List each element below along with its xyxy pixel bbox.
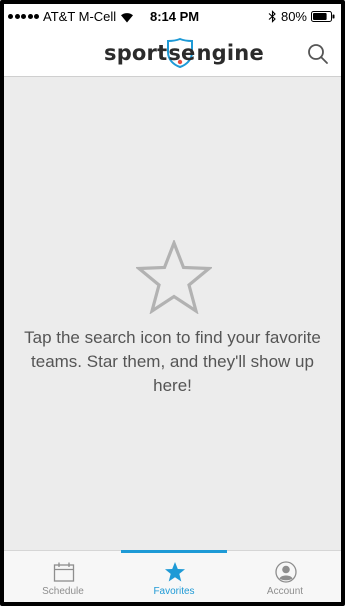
account-icon bbox=[275, 561, 297, 583]
calendar-icon bbox=[53, 562, 75, 582]
tab-favorites[interactable]: Favorites bbox=[121, 550, 227, 602]
status-time: 8:14 PM bbox=[150, 9, 200, 24]
logo-text-mark: se bbox=[168, 41, 196, 65]
search-icon[interactable] bbox=[305, 41, 331, 67]
empty-state-message: Tap the search icon to find your favorit… bbox=[24, 328, 321, 395]
logo-text-right: ngine bbox=[196, 41, 264, 65]
sportsengine-logo: sport se ngine bbox=[104, 37, 264, 69]
tab-account[interactable]: Account bbox=[232, 551, 338, 602]
status-bar: AT&T M-Cell 8:14 PM 80% bbox=[4, 4, 341, 32]
battery-icon bbox=[311, 11, 335, 22]
battery-percent: 80% bbox=[280, 9, 307, 24]
status-right: 80% bbox=[268, 9, 335, 24]
tab-favorites-label: Favorites bbox=[153, 586, 195, 597]
app-header: sport se ngine bbox=[4, 32, 341, 77]
star-icon bbox=[165, 562, 185, 582]
tab-schedule-label: Schedule bbox=[42, 586, 84, 597]
tab-bar: Schedule Favorites Account bbox=[4, 550, 341, 602]
logo-mark: se bbox=[167, 37, 196, 69]
logo-text-left: sport bbox=[104, 41, 168, 65]
carrier-name: AT&T M-Cell bbox=[43, 9, 117, 24]
tab-account-label: Account bbox=[266, 586, 304, 597]
favorites-empty-state: Tap the search icon to find your favorit… bbox=[4, 77, 341, 550]
tab-schedule[interactable]: Schedule bbox=[10, 551, 116, 602]
active-tab-indicator bbox=[121, 550, 227, 553]
star-outline-icon bbox=[136, 240, 212, 314]
phone-frame: AT&T M-Cell 8:14 PM 80% sport se ngine T… bbox=[0, 0, 345, 606]
status-left: AT&T M-Cell bbox=[8, 9, 134, 24]
wifi-icon bbox=[121, 12, 134, 22]
signal-strength-icon bbox=[8, 14, 39, 19]
bluetooth-icon bbox=[268, 10, 276, 23]
